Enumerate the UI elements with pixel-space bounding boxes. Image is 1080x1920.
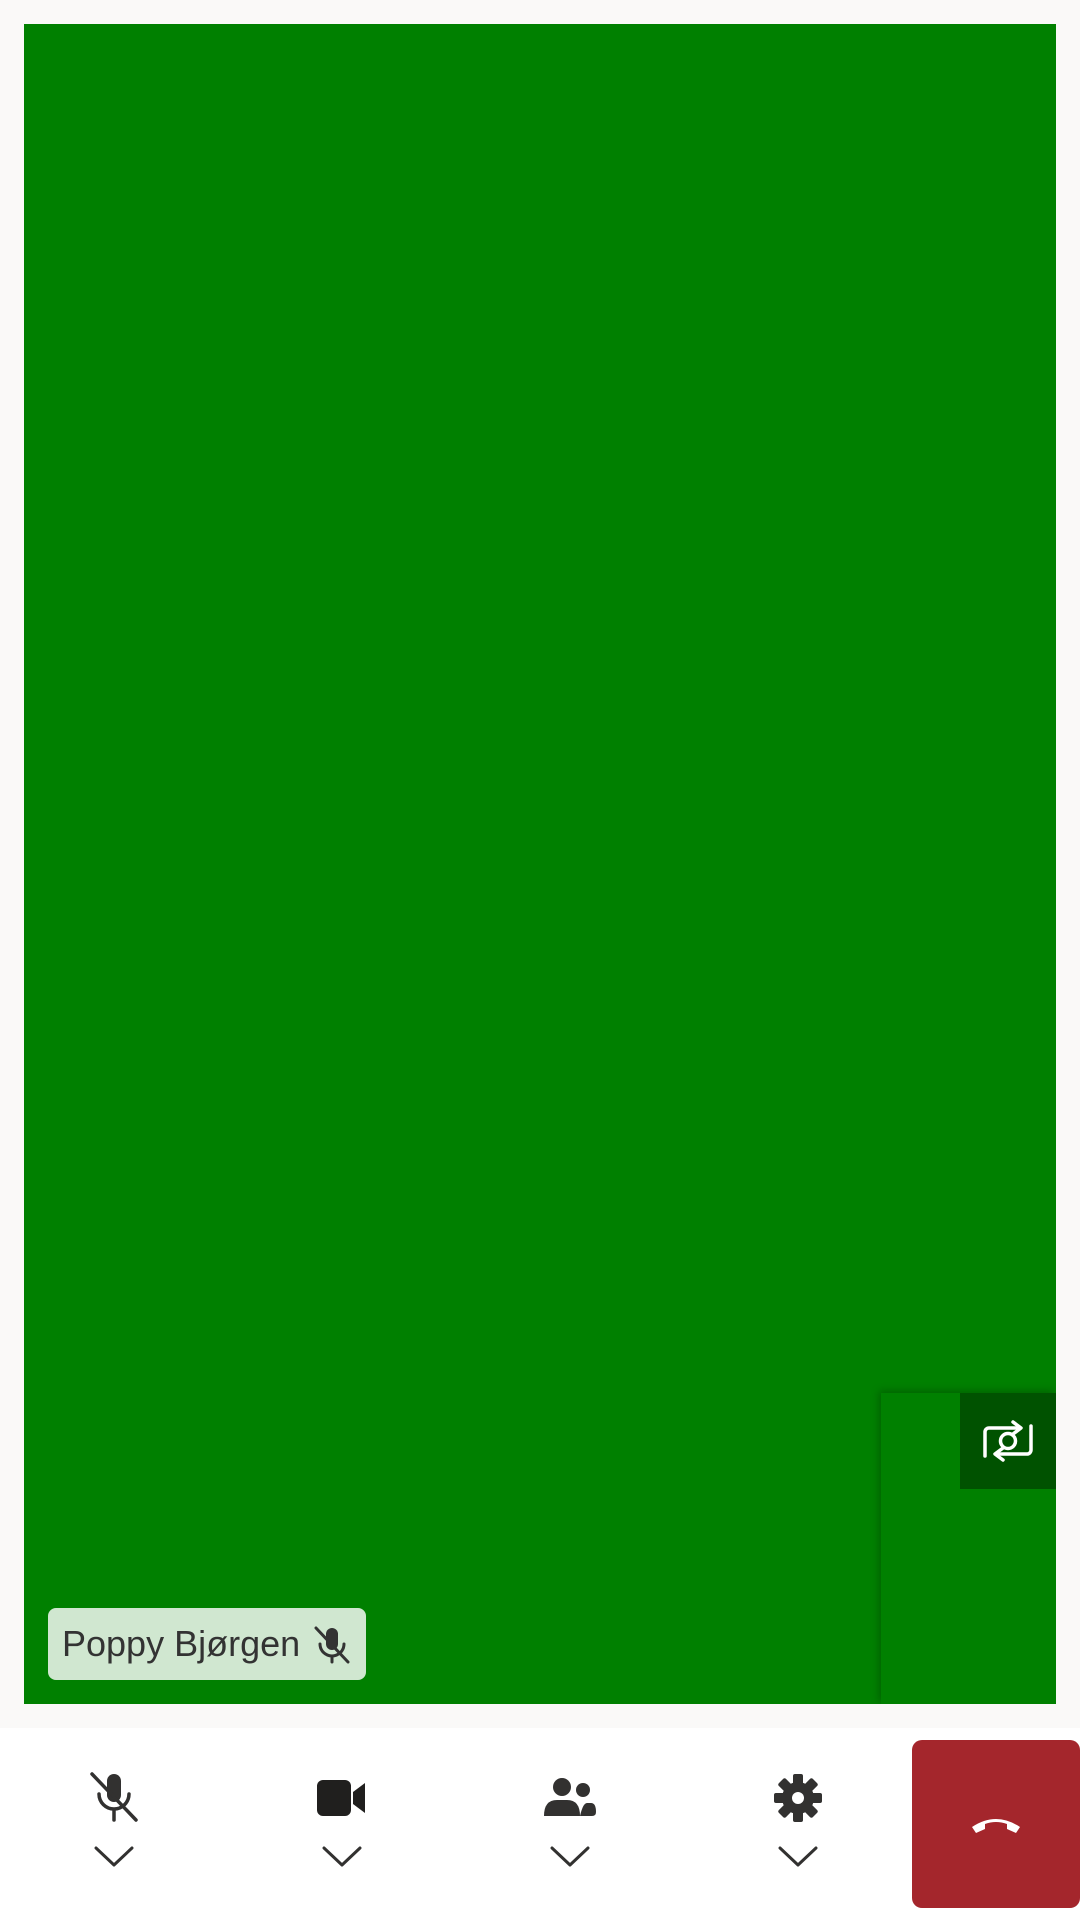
participants-button[interactable] <box>456 1728 684 1908</box>
mic-off-icon <box>90 1772 138 1822</box>
microphone-button[interactable] <box>0 1728 228 1908</box>
remote-video-stage: Poppy Bjørgen <box>24 24 1056 1704</box>
mic-off-icon <box>314 1626 350 1664</box>
chevron-down-icon[interactable] <box>322 1846 362 1868</box>
gear-icon <box>774 1774 822 1822</box>
camera-button[interactable] <box>228 1728 456 1908</box>
video-camera-icon <box>317 1780 365 1816</box>
flip-camera-button[interactable] <box>960 1393 1056 1489</box>
chevron-down-icon[interactable] <box>550 1846 590 1868</box>
camera-switch-icon <box>983 1420 1033 1462</box>
phone-hangup-icon <box>972 1819 1020 1833</box>
call-toolbar <box>0 1728 1080 1920</box>
participant-name-tag: Poppy Bjørgen <box>48 1608 367 1680</box>
participant-name: Poppy Bjørgen <box>62 1623 301 1664</box>
settings-button[interactable] <box>684 1728 912 1908</box>
local-video-preview[interactable] <box>881 1393 1056 1704</box>
people-icon <box>544 1778 596 1816</box>
chevron-down-icon[interactable] <box>94 1846 134 1868</box>
chevron-down-icon[interactable] <box>778 1846 818 1868</box>
hang-up-button[interactable] <box>912 1740 1080 1908</box>
